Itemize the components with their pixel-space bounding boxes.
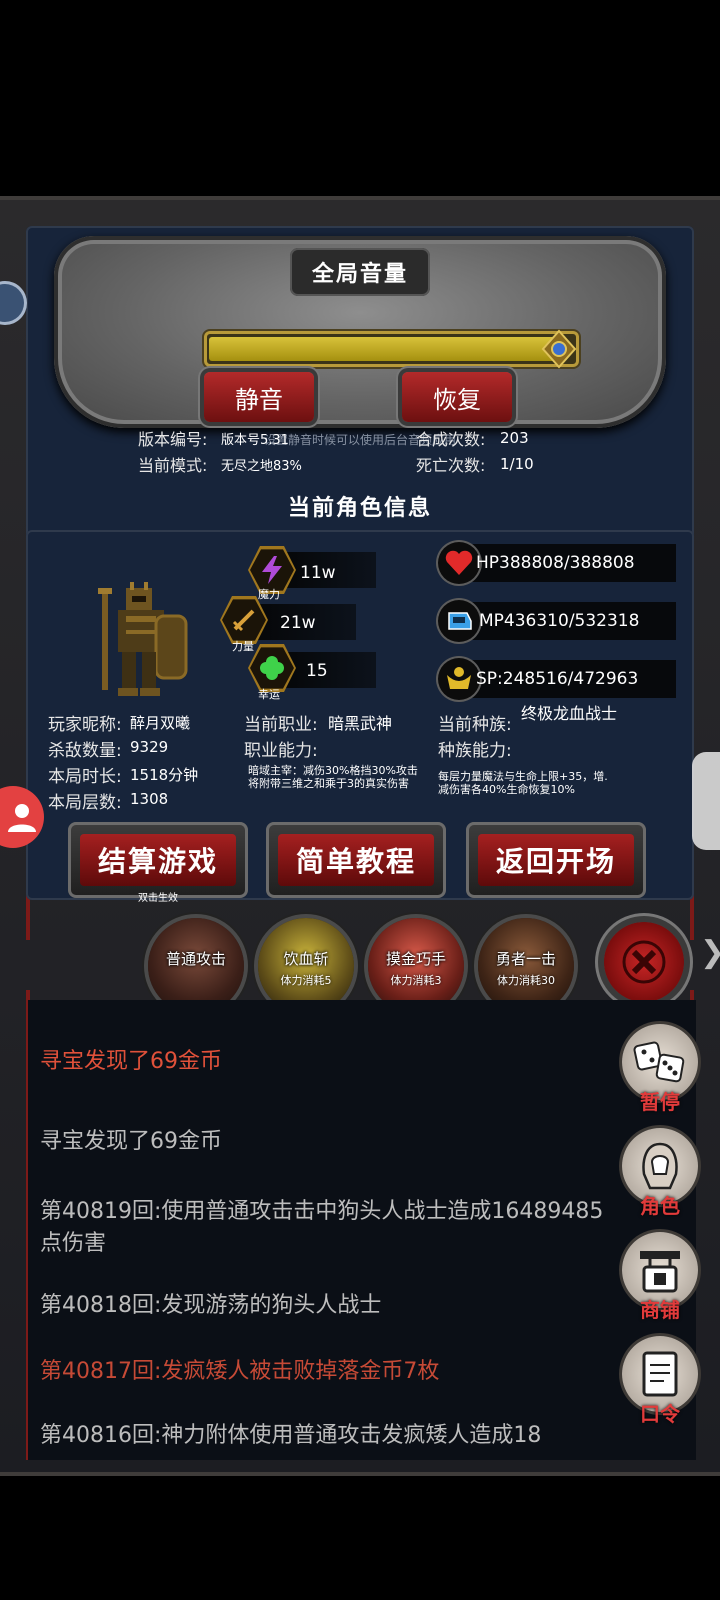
synth-count-value: 203 xyxy=(500,429,529,447)
sp-value: SP:248516/472963 xyxy=(476,669,639,689)
race-ability-label: 种族能力: xyxy=(438,741,512,761)
job-ability-text: 暗域主宰：减伤30%格挡30%攻击将附带三维之和乘于3的真实伤害 xyxy=(248,764,418,790)
battle-log[interactable]: 寻宝发现了69金币 寻宝发现了69金币 第40819回:使用普通攻击击中狗头人战… xyxy=(28,1000,696,1460)
race-value: 终极龙血战士 xyxy=(520,704,617,723)
duration-value: 1518分钟 xyxy=(130,766,199,784)
settle-game-hint: 双击生效 xyxy=(138,893,178,904)
race-label: 当前种族: xyxy=(438,715,512,735)
log-line: 第40816回:神力附体使用普通攻击发疯矮人造成18 xyxy=(40,1423,542,1448)
shop-label: 商铺 xyxy=(640,1298,680,1322)
nickname-value: 醉月双曦 xyxy=(130,714,191,732)
skill-name: 普通攻击 xyxy=(165,950,226,968)
heart-icon xyxy=(438,542,480,584)
magic-value: 11w xyxy=(300,563,336,583)
book-icon xyxy=(642,1351,678,1397)
volume-fill xyxy=(209,337,560,361)
mode-label: 当前模式: xyxy=(138,456,208,475)
code-label: 口令 xyxy=(640,1402,680,1426)
hp-value: HP388808/388808 xyxy=(476,553,635,573)
pause-label: 暂停 xyxy=(640,1090,680,1114)
race-ability-text: 每层力量魔法与生命上限+35，增.减伤害各40%生命恢复10% xyxy=(438,770,608,796)
floor-value: 1308 xyxy=(130,790,169,808)
user-icon xyxy=(8,804,36,832)
death-count-label: 死亡次数: xyxy=(416,456,486,475)
restore-button[interactable]: 恢复 xyxy=(402,372,512,422)
job-label: 当前职业: xyxy=(244,715,318,735)
duration-label: 本局时长: xyxy=(48,767,122,787)
mute-button[interactable]: 静音 xyxy=(204,372,314,422)
synth-count-label: 合成次数: xyxy=(416,430,486,449)
log-line: 寻宝发现了69金币 xyxy=(40,1129,222,1154)
back-to-start-button[interactable]: 返回开场 xyxy=(466,822,646,898)
tutorial-label: 简单教程 xyxy=(278,834,434,886)
character-sprite xyxy=(96,580,192,700)
job-value: 暗黑武神 xyxy=(328,714,393,733)
job-ability-label: 职业能力: xyxy=(244,741,318,761)
nickname-label: 玩家昵称: xyxy=(48,715,122,735)
death-count-value: 1/10 xyxy=(500,455,534,473)
strength-tag: 力量 xyxy=(232,640,254,653)
log-line: 第40819回:使用普通攻击击中狗头人战士造成16489485点伤害 xyxy=(40,1199,604,1256)
log-line: 第40818回:发现游荡的狗头人战士 xyxy=(40,1293,382,1318)
luck-tag: 幸运 xyxy=(258,688,280,701)
mp-value: MP436310/532318 xyxy=(479,611,640,631)
mana-icon xyxy=(438,600,480,642)
character-label: 角色 xyxy=(640,1194,680,1218)
tutorial-button[interactable]: 简单教程 xyxy=(266,822,446,898)
log-line: 寻宝发现了69金币 xyxy=(40,1049,222,1074)
volume-hint: 设置静音时候可以使用后台音频应用 xyxy=(263,433,456,447)
character-panel: 11w 魔力 21w 力量 15 幸运 HP388808/388808 MP43… xyxy=(26,530,694,904)
back-to-start-label: 返回开场 xyxy=(478,834,634,886)
log-line: 第40817回:发疯矮人被击败掉落金币7枚 xyxy=(40,1359,440,1384)
settle-game-label: 结算游戏 xyxy=(80,834,236,886)
volume-slider[interactable] xyxy=(204,329,579,369)
dice-icon xyxy=(633,1041,685,1083)
volume-title: 全局音量 xyxy=(290,248,430,296)
magic-tag: 魔力 xyxy=(258,588,280,601)
character-info-title: 当前角色信息 xyxy=(287,496,432,521)
skill-name: 摸金巧手 xyxy=(385,950,446,968)
close-button[interactable] xyxy=(604,922,684,1002)
settle-game-button[interactable]: 结算游戏 双击生效 xyxy=(68,822,248,904)
chevron-right-icon[interactable]: ❯ xyxy=(700,935,720,970)
luck-value: 15 xyxy=(306,661,328,681)
strength-value: 21w xyxy=(280,613,316,633)
skill-name: 勇者一击 xyxy=(495,950,556,968)
mode-value: 无尽之地83% xyxy=(221,459,302,474)
shop-sign-icon xyxy=(640,1251,680,1293)
skill-cost: 体力消耗5 xyxy=(280,974,332,987)
version-value: 版本号5.31 xyxy=(221,433,289,448)
kills-label: 杀敌数量: xyxy=(48,741,122,761)
floor-label: 本局层数: xyxy=(48,793,122,813)
skill-cost: 体力消耗30 xyxy=(497,974,555,987)
skill-name: 饮血斩 xyxy=(283,950,329,968)
volume-plate: 全局音量 静音 恢复 xyxy=(54,236,666,428)
edge-handle[interactable] xyxy=(692,752,720,850)
skill-cost: 体力消耗3 xyxy=(390,974,442,987)
volume-knob[interactable] xyxy=(539,325,579,373)
close-icon xyxy=(622,940,666,984)
kills-value: 9329 xyxy=(130,738,169,756)
version-label: 版本编号: xyxy=(138,430,208,449)
muscle-icon xyxy=(438,658,480,700)
hooded-figure-icon xyxy=(642,1142,678,1190)
